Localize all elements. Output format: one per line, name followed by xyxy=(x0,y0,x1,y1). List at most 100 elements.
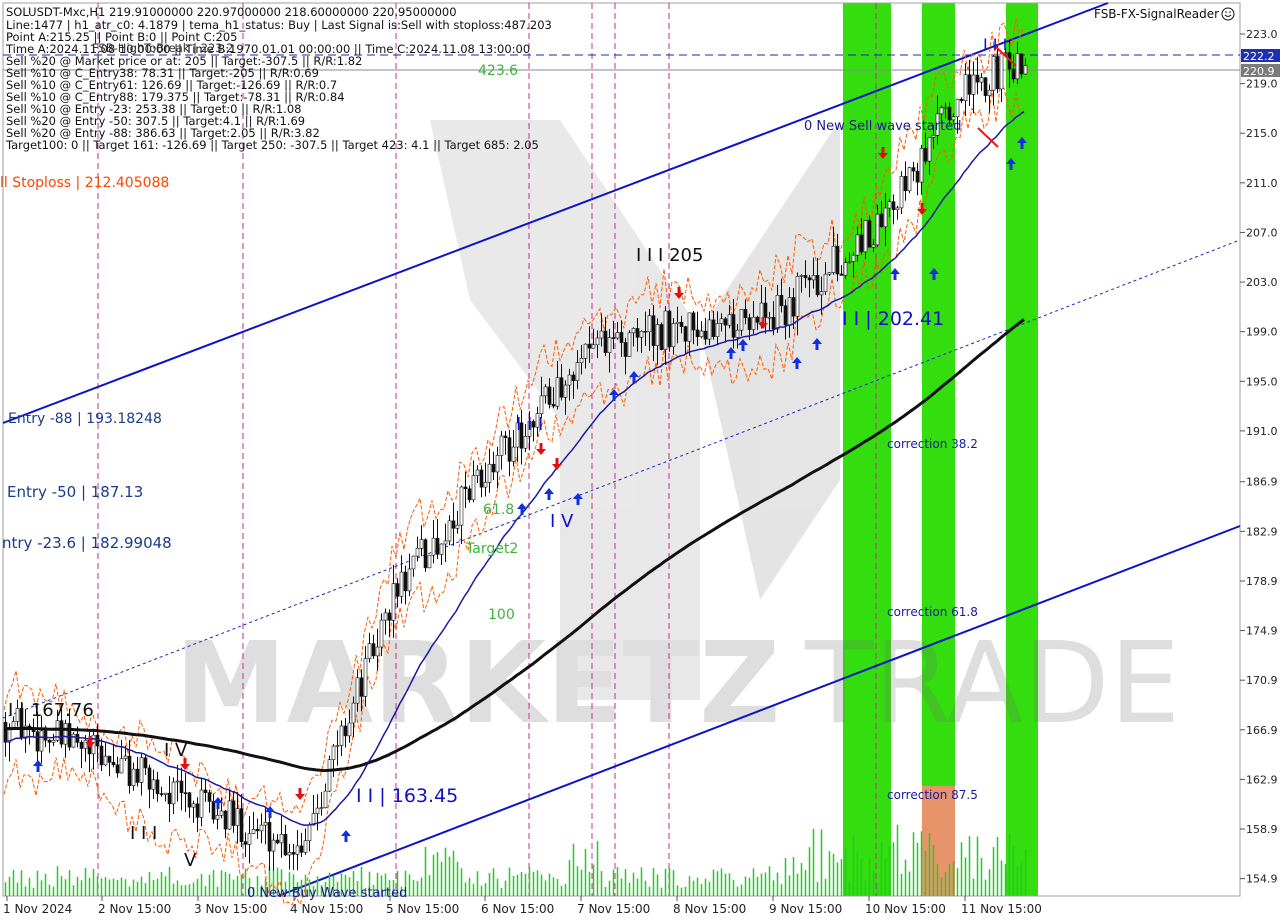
candle-body xyxy=(891,201,896,211)
candle-body xyxy=(35,731,40,752)
candle-body xyxy=(323,790,328,808)
time-tick-label: 10 Nov 15:00 xyxy=(865,902,946,916)
candle-body xyxy=(575,362,580,381)
candle-body xyxy=(435,537,440,555)
candle-body xyxy=(3,722,8,743)
candle-body xyxy=(691,312,696,331)
candle-body xyxy=(183,792,188,795)
candle-body xyxy=(943,106,948,109)
candle-body xyxy=(915,170,920,183)
candle-body xyxy=(199,789,204,818)
candle-body xyxy=(279,834,284,844)
candle-body xyxy=(979,77,984,83)
candle-body xyxy=(655,324,660,346)
candle-body xyxy=(415,548,420,557)
target-618-label: 61.8 xyxy=(483,502,514,518)
candle-body xyxy=(459,486,464,526)
candle-body xyxy=(615,332,620,339)
candle-body xyxy=(747,317,752,330)
candle-body xyxy=(623,342,628,357)
candle-body xyxy=(751,316,756,330)
candle-body xyxy=(103,755,108,766)
candle-body xyxy=(603,330,608,353)
price-tick-label: 199.0 xyxy=(1246,326,1278,339)
candle-body xyxy=(671,323,676,348)
correction-382-label: correction 38.2 xyxy=(887,437,978,451)
candle-body xyxy=(159,793,164,795)
candle-body xyxy=(339,725,344,746)
candle-body xyxy=(439,543,444,555)
candle-body xyxy=(703,330,708,340)
candle-body xyxy=(203,789,208,793)
watermark-text-b: TRADE xyxy=(804,619,1180,749)
candle-body xyxy=(1023,65,1028,75)
candle-body xyxy=(771,316,776,330)
candle-body xyxy=(723,318,728,326)
entry-50-label: Entry -50 | 187.13 xyxy=(7,483,143,501)
candle-body xyxy=(715,323,720,337)
candle-body xyxy=(139,757,144,783)
candle-body xyxy=(479,469,484,488)
candle-body xyxy=(779,295,784,306)
candle-body xyxy=(971,74,976,95)
price-chart[interactable]: MARKETZ TRADE ll Stoploss | 212.405088 E… xyxy=(0,0,1280,920)
price-tick-label: 166.9 xyxy=(1246,724,1278,737)
price-badge-gray-text: 220.9 xyxy=(1243,65,1275,78)
wave-16345-label: I I | 163.45 xyxy=(356,785,458,807)
candle-body xyxy=(823,273,828,292)
candle-body xyxy=(827,272,832,275)
time-tick-label: 6 Nov 15:00 xyxy=(481,902,554,916)
candle-body xyxy=(547,386,552,405)
candle-body xyxy=(431,537,436,556)
candle-body xyxy=(43,730,48,741)
candle-body xyxy=(931,134,936,138)
candle-body xyxy=(83,740,88,749)
candle-body xyxy=(687,312,692,342)
target-423-label: 423.6 xyxy=(478,63,518,79)
wave-iii-left-label: I I I xyxy=(130,823,157,844)
candle-body xyxy=(667,310,672,348)
time-tick-label: 1 Nov 2024 xyxy=(3,902,72,916)
candle-body xyxy=(259,824,264,832)
candle-body xyxy=(47,739,52,743)
price-tick-label: 170.9 xyxy=(1246,674,1278,687)
candle-body xyxy=(283,834,288,856)
candle-body xyxy=(651,315,656,346)
candle-body xyxy=(51,739,56,743)
candle-body xyxy=(887,201,892,209)
candle-body xyxy=(507,437,512,462)
candle-body xyxy=(219,810,224,816)
candle-body xyxy=(883,207,888,228)
candle-body xyxy=(903,176,908,192)
candle-body xyxy=(991,56,996,91)
candle-body xyxy=(359,677,364,697)
candle-body xyxy=(791,297,796,317)
candle-body xyxy=(511,446,516,462)
candle-body xyxy=(939,107,944,115)
price-tick-label: 186.9 xyxy=(1246,476,1278,489)
candle-body xyxy=(223,810,228,830)
candle-body xyxy=(187,792,192,808)
candle-body xyxy=(215,815,220,820)
candle-body xyxy=(143,757,148,769)
candle-body xyxy=(375,646,380,657)
candle-body xyxy=(171,781,176,805)
candle-body xyxy=(115,764,120,774)
candle-body xyxy=(683,326,688,342)
candle-body xyxy=(675,321,680,324)
candle-body xyxy=(699,330,704,338)
correction-618-label: correction 61.8 xyxy=(887,605,978,619)
candle-body xyxy=(843,262,848,276)
candle-body xyxy=(67,723,72,748)
candle-body xyxy=(399,571,404,597)
candle-body xyxy=(391,583,396,621)
candle-body xyxy=(679,321,684,327)
candle-body xyxy=(775,295,780,330)
candle-body xyxy=(947,106,952,121)
candle-body xyxy=(271,839,276,852)
candle-body xyxy=(467,488,472,501)
time-tick-label: 2 Nov 15:00 xyxy=(98,902,171,916)
candle-body xyxy=(427,554,432,569)
candle-body xyxy=(403,571,408,592)
candle-body xyxy=(175,780,180,783)
